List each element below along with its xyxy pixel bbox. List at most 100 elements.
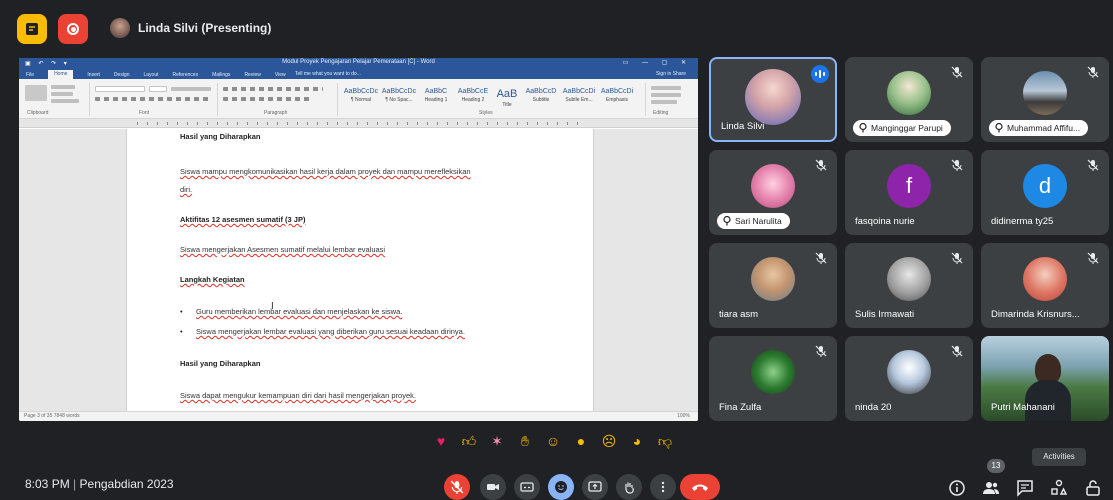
status-page-info: Page 3 of 35 7848 words (24, 413, 80, 419)
tab-layout[interactable]: Layout (144, 72, 159, 78)
participant-tile[interactable]: f fasqoina nurie (845, 150, 973, 235)
mic-off-icon (1087, 66, 1099, 78)
recording-icon[interactable] (58, 14, 88, 44)
avatar (887, 71, 931, 115)
style-heading-1[interactable]: AaBbC Heading 1 (419, 88, 453, 106)
pinned-name-chip[interactable]: Sari Narulita (717, 213, 790, 229)
participant-tile[interactable]: tiara asm (709, 243, 837, 328)
paragraph-list-buttons[interactable] (223, 87, 323, 91)
clap-icon[interactable]: ✋︎ (514, 433, 536, 450)
mic-off-icon (815, 252, 827, 264)
laugh-icon[interactable]: ☺ (542, 433, 564, 449)
participant-tile[interactable]: Dimarinda Krisnurs... (981, 243, 1109, 328)
zoom-level[interactable]: 100% (677, 412, 690, 421)
tell-me-input[interactable]: Tell me what you want to do... (295, 71, 361, 77)
document-page[interactable]: Hasil yang Diharapkan Siswa mampu mengko… (126, 129, 594, 411)
party-icon[interactable]: ✶ (486, 433, 508, 450)
tab-home[interactable]: Home (48, 70, 74, 79)
tab-view[interactable]: View (275, 72, 286, 78)
group-styles: Styles (479, 110, 493, 116)
style-normal[interactable]: AaBbCcDc ¶ Normal (343, 88, 379, 106)
camera-toggle-button[interactable] (480, 474, 506, 500)
presenter-label: Linda Silvi (Presenting) (138, 21, 272, 35)
smiley-icon (555, 481, 567, 493)
participant-name: ninda 20 (855, 402, 892, 413)
style-emphasis[interactable]: AaBbCcDi Emphasis (599, 88, 635, 106)
window-controls[interactable]: ▭ — ▢ ✕ (623, 59, 692, 66)
participant-tile[interactable]: Linda Silvi (709, 57, 837, 142)
participant-tile[interactable]: Putri Mahanani (981, 336, 1109, 421)
font-name-select[interactable] (95, 86, 145, 92)
info-icon[interactable] (948, 479, 966, 497)
avatar: f (887, 164, 931, 208)
thinking-icon[interactable]: ◕ (626, 433, 648, 449)
group-clipboard: Clipboard (27, 110, 49, 116)
participant-name: Fina Zulfa (719, 402, 762, 413)
mic-off-icon (951, 66, 963, 78)
style-subtitle[interactable]: AaBbCcD Subtitle (523, 88, 559, 106)
style-subtle-emphasis[interactable]: AaBbCcDi Subtle Em... (561, 88, 597, 106)
pinned-name-chip[interactable]: Muhammad Affifu... (989, 120, 1089, 136)
present-screen-button[interactable] (582, 474, 608, 500)
avatar (745, 69, 801, 125)
tab-file[interactable]: File (26, 72, 34, 78)
participant-tile[interactable]: d didinerma ty25 (981, 150, 1109, 235)
participant-name: Dimarinda Krisnurs... (991, 309, 1080, 320)
chat-icon[interactable] (1016, 479, 1034, 497)
participant-tile[interactable]: Fina Zulfa (709, 336, 837, 421)
more-options-button[interactable] (650, 474, 676, 500)
participant-tile[interactable]: Sari Narulita (709, 150, 837, 235)
group-editing: Editing (653, 110, 669, 116)
mic-off-icon (1087, 159, 1099, 171)
mic-toggle-button[interactable] (444, 474, 470, 500)
tab-design[interactable]: Design (114, 72, 130, 78)
word-ribbon: AaBbCcDc ¶ Normal AaBbCcDc ¶ No Spac... Aa… (19, 79, 698, 119)
format-painter-button[interactable] (51, 99, 79, 103)
doc-heading: Aktifitas 12 asesmen sumatif (3 JP) (180, 215, 306, 224)
participant-tile[interactable]: Manginggar Parupi (845, 57, 973, 142)
activities-icon[interactable] (1050, 479, 1068, 497)
font-format-buttons[interactable] (95, 97, 211, 101)
surprised-icon[interactable]: ● (570, 433, 592, 449)
pinned-name-chip[interactable]: Manginggar Parupi (853, 120, 951, 136)
doc-heading: Langkah Kegiatan (180, 275, 245, 284)
paragraph-align-buttons[interactable] (223, 97, 313, 101)
leave-call-button[interactable] (680, 474, 720, 500)
participant-name: Sari Narulita (735, 216, 782, 226)
style-title[interactable]: AaB Title (493, 88, 521, 108)
paste-icon[interactable] (25, 85, 47, 101)
tab-review[interactable]: Review (244, 72, 260, 78)
thumbs-down-icon[interactable]: 👎︎ (654, 433, 676, 450)
replace-button[interactable] (651, 93, 681, 97)
style-no-spacing[interactable]: AaBbCcDc ¶ No Spac... (381, 88, 417, 106)
captions-icon (520, 482, 534, 492)
bottom-bar: 8:03 PM | Pengabdian 2023 (0, 465, 1113, 500)
font-grow-shrink[interactable] (171, 87, 211, 91)
activities-app-icon[interactable] (17, 14, 47, 44)
ribbon-divider (217, 83, 218, 116)
tab-insert[interactable]: Insert (87, 72, 100, 78)
captions-button[interactable] (514, 474, 540, 500)
heart-icon[interactable]: ♥ (430, 433, 452, 449)
avatar (1023, 257, 1067, 301)
style-heading-2[interactable]: AaBbCcE Heading 2 (455, 88, 491, 106)
raise-hand-button[interactable] (616, 474, 642, 500)
sad-icon[interactable]: ☹ (598, 433, 620, 450)
tab-mailings[interactable]: Mailings (212, 72, 230, 78)
tab-references[interactable]: References (173, 72, 199, 78)
select-button[interactable] (651, 100, 677, 104)
find-button[interactable] (651, 86, 681, 90)
host-controls-icon[interactable] (1084, 479, 1102, 497)
reactions-button[interactable] (548, 474, 574, 500)
doc-paragraph: diri. (180, 185, 193, 194)
participant-tile[interactable]: Muhammad Affifu... (981, 57, 1109, 142)
sign-in-share[interactable]: Sign in Share (656, 71, 686, 77)
participant-tile[interactable]: ninda 20 (845, 336, 973, 421)
cut-button[interactable] (51, 85, 75, 89)
participant-tile[interactable]: Sulis Irmawati (845, 243, 973, 328)
font-size-select[interactable] (149, 86, 167, 92)
thumbs-up-icon[interactable]: 👍︎ (458, 433, 480, 450)
copy-button[interactable] (51, 92, 73, 96)
people-icon[interactable] (982, 479, 1000, 497)
doc-bullet: Guru memberikan lembar evaluasi dan menj… (180, 307, 563, 317)
